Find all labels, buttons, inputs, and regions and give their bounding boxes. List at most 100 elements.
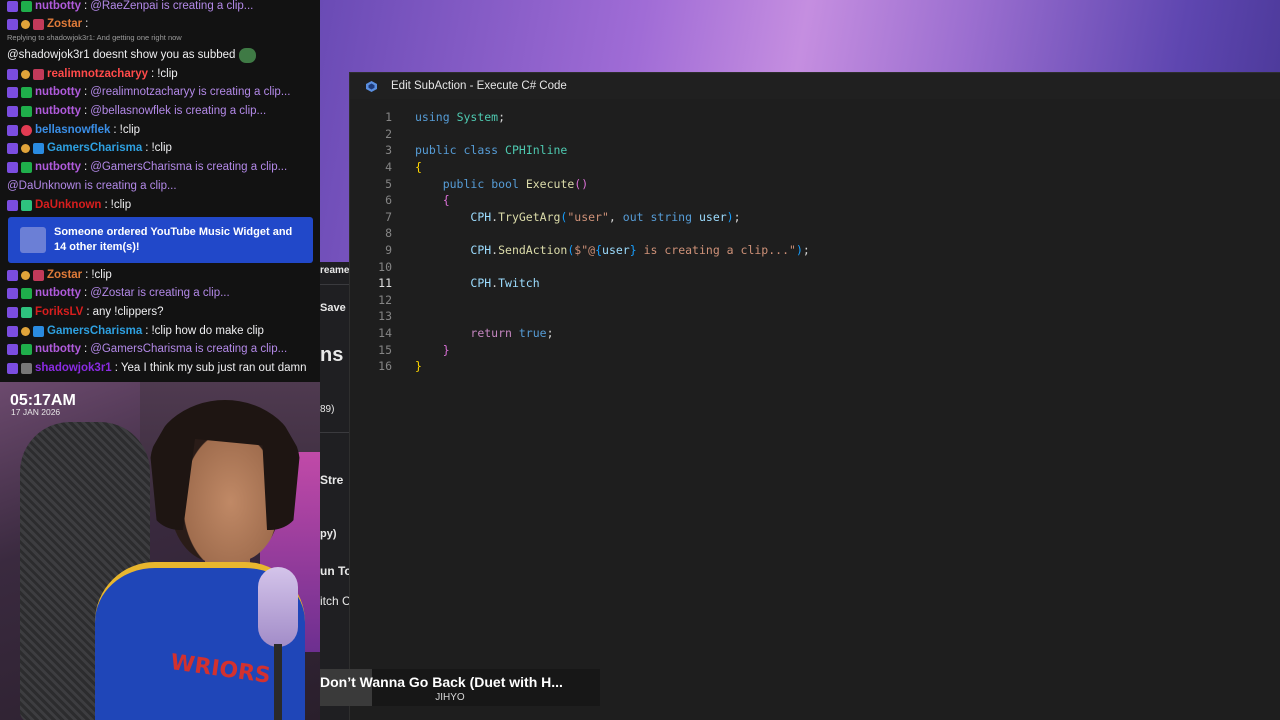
moderator-badge-icon <box>7 68 18 80</box>
line-number: 9 <box>385 243 392 258</box>
bg-app-fragment[interactable]: itch C <box>320 594 351 608</box>
chat-text: @realimnotzacharyy is creating a clip... <box>90 86 291 98</box>
code-line[interactable]: 3 public class CPHInline <box>350 142 1280 159</box>
chat-username[interactable]: GamersCharisma <box>47 325 142 337</box>
chat-separator: : <box>86 306 90 318</box>
code-line[interactable]: 6 { <box>350 192 1280 209</box>
chat-username[interactable]: nutbotty <box>35 287 81 299</box>
chat-text: any !clippers? <box>92 306 164 318</box>
code-line[interactable]: 7 CPH.TryGetArg("user", out string user)… <box>350 209 1280 226</box>
code-text[interactable]: { <box>415 160 422 174</box>
bg-app-fragment[interactable]: Stre <box>320 473 343 487</box>
crown-badge-icon <box>21 19 30 29</box>
chat-separator: : <box>113 124 117 136</box>
line-number: 14 <box>378 326 392 341</box>
code-text[interactable]: CPH.Twitch <box>415 276 539 290</box>
chat-message: shadowjok3r1: Yea I think my sub just ran… <box>7 359 307 377</box>
chat-message: Zostar: <box>7 15 91 33</box>
bg-app-fragment: reame <box>320 265 350 276</box>
verified-badge-icon <box>21 287 32 299</box>
chat-message: nutbotty: @bellasnowflek is creating a cl… <box>7 102 266 120</box>
crown-badge-icon <box>21 143 30 153</box>
chat-separator: : <box>145 142 149 154</box>
stream-date: 17 JAN 2026 <box>11 407 61 417</box>
code-text[interactable]: public bool Execute() <box>415 177 588 191</box>
chat-username[interactable]: ForiksLV <box>35 306 83 318</box>
moderator-badge-icon <box>7 124 18 136</box>
now-playing-artist: JIHYO <box>435 692 465 703</box>
code-line[interactable]: 4{ <box>350 159 1280 176</box>
chat-username[interactable]: nutbotty <box>35 105 81 117</box>
moderator-badge-icon <box>7 161 18 173</box>
moderator-badge-icon <box>7 18 18 30</box>
code-text[interactable]: public class CPHInline <box>415 143 567 157</box>
code-line[interactable]: 5 public bool Execute() <box>350 175 1280 192</box>
chat-text: @GamersCharisma is creating a clip... <box>90 161 288 173</box>
webcam-feed: WRIORS <box>0 382 320 720</box>
code-line[interactable]: 16} <box>350 358 1280 375</box>
code-text[interactable]: } <box>415 359 422 373</box>
chat-username[interactable]: nutbotty <box>35 0 81 12</box>
order-alert-line: 14 other item(s)! <box>54 241 140 253</box>
line-number: 3 <box>385 143 392 158</box>
chat-username[interactable]: nutbotty <box>35 161 81 173</box>
code-text[interactable]: CPH.TryGetArg("user", out string user); <box>415 210 740 224</box>
chat-text: !clip how do make clip <box>151 325 264 337</box>
now-playing-title: Don’t Wanna Go Back (Duet with H... <box>320 674 563 690</box>
chat-username[interactable]: nutbotty <box>35 86 81 98</box>
chat-separator: : <box>145 325 149 337</box>
line-number: 6 <box>385 193 392 208</box>
code-text[interactable]: } <box>415 343 450 357</box>
bg-app-save-button[interactable]: Save <box>320 302 346 314</box>
bg-app-fragment[interactable]: un To <box>320 564 352 578</box>
code-line[interactable]: 2 <box>350 126 1280 143</box>
line-number: 13 <box>378 309 392 324</box>
moderator-badge-icon <box>7 86 18 98</box>
moderator-badge-icon <box>7 142 18 154</box>
chat-message: Zostar: !clip <box>7 266 112 284</box>
chat-username[interactable]: Zostar <box>47 18 82 30</box>
code-text[interactable]: return true; <box>415 326 553 340</box>
line-number: 5 <box>385 176 392 191</box>
chat-username[interactable]: nutbotty <box>35 343 81 355</box>
code-line[interactable]: 14 return true; <box>350 325 1280 342</box>
code-text[interactable]: using System; <box>415 110 505 124</box>
verified-badge-icon <box>21 161 32 173</box>
moderator-badge-icon <box>7 362 18 374</box>
chat-message: nutbotty: @GamersCharisma is creating a c… <box>7 340 287 358</box>
code-line[interactable]: 10 <box>350 258 1280 275</box>
verified-badge-icon <box>21 86 32 98</box>
now-playing-widget: Don’t Wanna Go Back (Duet with H... JIHY… <box>320 669 600 706</box>
code-line[interactable]: 12 <box>350 292 1280 309</box>
line-number: 1 <box>385 110 392 125</box>
prime-badge-icon <box>33 142 44 154</box>
chat-username[interactable]: bellasnowflek <box>35 124 110 136</box>
code-line[interactable]: 11 CPH.Twitch <box>350 275 1280 292</box>
chat-text: !clip <box>157 68 178 80</box>
code-line[interactable]: 9 CPH.SendAction($"@{user} is creating a… <box>350 242 1280 259</box>
code-text[interactable]: CPH.SendAction($"@{user} is creating a c… <box>415 243 809 257</box>
code-area[interactable]: 1 using System; 2 3 public class CPHInline 4{… <box>350 109 1280 375</box>
chat-separator: : <box>104 199 108 211</box>
reply-note: Replying to shadowjok3r1: And getting on… <box>7 33 182 42</box>
chat-username[interactable]: DaUnknown <box>35 199 101 211</box>
bg-app-divider <box>320 432 350 433</box>
chat-separator: : <box>83 161 88 173</box>
code-line[interactable]: 13 <box>350 308 1280 325</box>
chat-username[interactable]: shadowjok3r1 <box>35 362 112 374</box>
chat-username[interactable]: realimnotzacharyy <box>47 68 148 80</box>
editor-title-bar[interactable]: Edit SubAction - Execute C# Code <box>350 73 1280 99</box>
verified-badge-icon <box>21 0 32 12</box>
code-text[interactable]: { <box>415 193 450 207</box>
chat-username[interactable]: Zostar <box>47 269 82 281</box>
code-line[interactable]: 15 } <box>350 341 1280 358</box>
subscriber-badge-icon <box>33 269 44 281</box>
chat-message: nutbotty: @GamersCharisma is creating a c… <box>7 158 287 176</box>
line-number: 2 <box>385 126 392 141</box>
code-editor-window[interactable]: Edit SubAction - Execute C# Code 1 using … <box>349 72 1280 720</box>
chat-username[interactable]: GamersCharisma <box>47 142 142 154</box>
chat-separator: : <box>114 362 118 374</box>
moderator-badge-icon <box>7 199 18 211</box>
code-line[interactable]: 8 <box>350 225 1280 242</box>
code-line[interactable]: 1 using System; <box>350 109 1280 126</box>
